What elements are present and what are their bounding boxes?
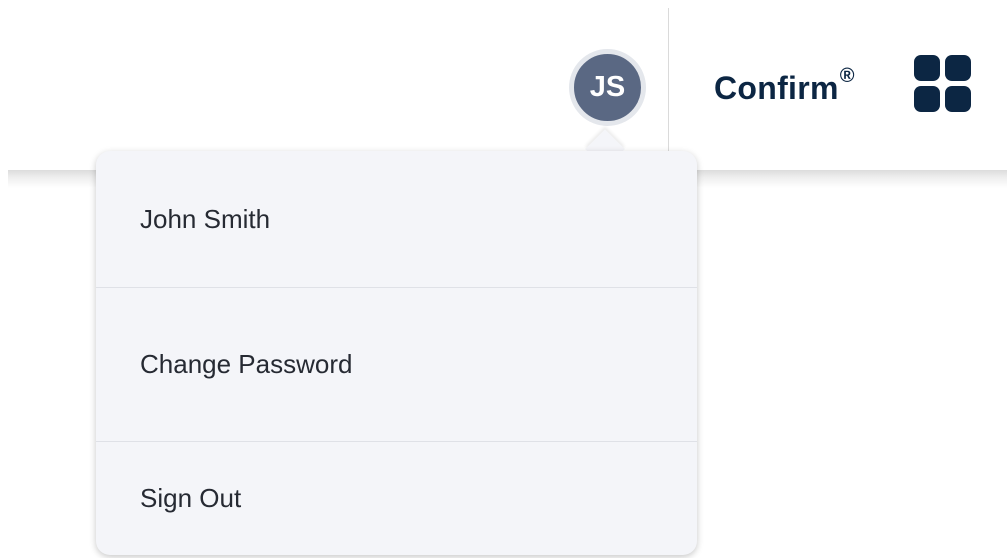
grid-tile xyxy=(914,55,940,81)
brand-logo: Confirm ® xyxy=(714,64,855,110)
user-dropdown-menu: John Smith Change Password Sign Out xyxy=(96,151,697,555)
grid-apps-icon[interactable] xyxy=(914,55,972,113)
user-avatar-button[interactable]: JS xyxy=(569,49,646,126)
grid-tile xyxy=(914,86,940,112)
menu-user-name: John Smith xyxy=(96,151,697,287)
grid-tile xyxy=(945,86,971,112)
registered-mark: ® xyxy=(839,64,855,87)
header-divider xyxy=(668,8,669,172)
change-password-label: Change Password xyxy=(140,349,353,379)
sign-out-item[interactable]: Sign Out xyxy=(96,442,697,555)
brand-name: Confirm xyxy=(714,69,839,106)
top-header xyxy=(0,0,1007,172)
change-password-item[interactable]: Change Password xyxy=(96,288,697,441)
user-name-label: John Smith xyxy=(140,203,271,234)
avatar-initials: JS xyxy=(589,71,626,103)
grid-tile xyxy=(945,55,971,81)
sign-out-label: Sign Out xyxy=(140,483,242,513)
